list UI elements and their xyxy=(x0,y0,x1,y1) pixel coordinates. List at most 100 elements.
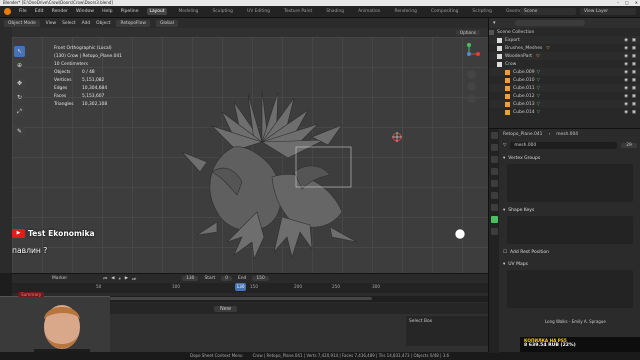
workspace-tab-scripting[interactable]: Scripting xyxy=(469,8,495,15)
shape-keys-list[interactable] xyxy=(507,216,633,244)
timeline-range-bar[interactable] xyxy=(72,297,372,300)
add-rest-position-checkbox[interactable]: ☐ Add Rest Position xyxy=(503,248,637,256)
mesh-users-count[interactable]: 29 xyxy=(621,143,637,148)
scene-selector[interactable]: Scene xyxy=(520,8,576,15)
shape-keys-panel-header[interactable]: ▾ Shape Keys xyxy=(503,206,637,214)
select-box-tool[interactable]: Select Box xyxy=(406,316,488,346)
scale-tool-icon[interactable]: ⤢ xyxy=(14,106,25,117)
zoom-icon[interactable] xyxy=(467,70,476,79)
rotate-tool-icon[interactable]: ↻ xyxy=(14,92,25,103)
outliner-item-cube009[interactable]: Cube.009 ▽ ◉ ▣ xyxy=(489,68,640,76)
mesh-data-tab-icon[interactable] xyxy=(491,216,498,223)
jump-start-icon[interactable]: ⏮ xyxy=(103,276,107,282)
menu-view[interactable]: View xyxy=(46,21,56,26)
options-dropdown[interactable]: Options xyxy=(455,30,480,35)
tool-tab-icon[interactable] xyxy=(491,132,498,139)
outliner-item-crow[interactable]: Crow ◉ ▣ xyxy=(489,60,640,68)
menu-add[interactable]: Add xyxy=(82,21,91,26)
navigation-gizmo-icon[interactable] xyxy=(458,43,480,65)
visibility-eye-icon[interactable]: ◉ xyxy=(624,78,628,83)
render-camera-icon[interactable]: ▣ xyxy=(632,86,636,91)
menu-file[interactable]: File xyxy=(19,9,27,14)
workspace-tab-compositing[interactable]: Compositing xyxy=(428,8,462,15)
workspace-tab-texture-paint[interactable]: Texture Paint xyxy=(281,8,315,15)
scene-tab-icon[interactable] xyxy=(491,168,498,175)
timeline-ruler[interactable]: 50 100 150 200 250 300 130 xyxy=(12,283,488,293)
visibility-eye-icon[interactable]: ◉ xyxy=(624,94,628,99)
annotate-tool-icon[interactable]: ✎ xyxy=(14,126,25,137)
menu-select[interactable]: Select xyxy=(62,21,76,26)
visibility-eye-icon[interactable]: ◉ xyxy=(624,38,628,43)
end-frame-field[interactable]: 150 xyxy=(252,276,269,281)
pause-icon[interactable]: ⏸ xyxy=(119,276,121,282)
render-camera-icon[interactable]: ▣ xyxy=(632,62,636,67)
new-action-button[interactable]: New xyxy=(214,305,237,312)
menu-window[interactable]: Window xyxy=(76,9,94,14)
visibility-eye-icon[interactable]: ◉ xyxy=(624,70,628,75)
world-tab-icon[interactable] xyxy=(491,180,498,187)
camera-view-icon[interactable] xyxy=(467,94,476,103)
modifier-tab-icon[interactable] xyxy=(491,204,498,211)
visibility-eye-icon[interactable]: ◉ xyxy=(624,54,628,59)
jump-end-icon[interactable]: ⏭ xyxy=(132,276,136,282)
workspace-tab-sculpting[interactable]: Sculpting xyxy=(209,8,236,15)
visibility-eye-icon[interactable]: ◉ xyxy=(624,102,628,107)
outliner-item-woodenpart[interactable]: WoodenPart ▽ ◉ ▣ xyxy=(489,52,640,60)
workspace-tab-rendering[interactable]: Rendering xyxy=(391,8,419,15)
material-tab-icon[interactable] xyxy=(491,228,498,235)
workspace-tab-animation[interactable]: Animation xyxy=(355,8,383,15)
current-frame-field[interactable]: 130 xyxy=(182,276,199,281)
object-tab-icon[interactable] xyxy=(491,192,498,199)
outliner-root[interactable]: Scene Collection xyxy=(489,28,640,36)
vertex-groups-list[interactable] xyxy=(507,164,633,202)
uv-maps-list[interactable] xyxy=(507,270,633,308)
mode-dropdown[interactable]: Object Mode xyxy=(4,19,40,27)
workspace-tab-layout[interactable]: Layout xyxy=(146,8,168,15)
select-tool-icon[interactable]: ↖ xyxy=(14,46,25,57)
blender-logo-icon[interactable] xyxy=(4,8,11,15)
cursor-tool-icon[interactable]: ⊕ xyxy=(14,60,25,71)
menu-pipeline[interactable]: Pipeline xyxy=(121,9,139,14)
playhead[interactable]: 130 xyxy=(235,283,246,291)
timeline-marker-menu[interactable]: Marker xyxy=(52,276,67,281)
output-tab-icon[interactable] xyxy=(491,156,498,163)
workspace-tab-shading[interactable]: Shading xyxy=(323,8,347,15)
render-camera-icon[interactable]: ▣ xyxy=(632,78,636,83)
menu-help[interactable]: Help xyxy=(102,9,112,14)
retopoflow-button[interactable]: RetopoFlow xyxy=(116,19,150,27)
menu-render[interactable]: Render xyxy=(52,9,68,14)
outliner-item-cube013[interactable]: Cube.013 ▽ ◉ ▣ xyxy=(489,100,640,108)
orientation-dropdown[interactable]: Global xyxy=(155,19,178,27)
uv-maps-panel-header[interactable]: ▾ UV Maps xyxy=(503,260,637,268)
move-tool-icon[interactable]: ✥ xyxy=(14,78,25,89)
outliner-item-export[interactable]: Export ◉ ▣ xyxy=(489,36,640,44)
visibility-eye-icon[interactable]: ◉ xyxy=(624,86,628,91)
outliner-filter-icon[interactable]: ▾ xyxy=(493,20,496,26)
play-icon[interactable]: ▶ xyxy=(125,276,128,282)
menu-edit[interactable]: Edit xyxy=(35,9,44,14)
outliner-item-cube011[interactable]: Cube.011 ▽ ◉ ▣ xyxy=(489,84,640,92)
render-tab-icon[interactable] xyxy=(491,144,498,151)
view-layer-selector[interactable]: View Layer xyxy=(580,8,636,15)
outliner-item-brushes[interactable]: Brushes_Meshes ▽ ◉ ▣ xyxy=(489,44,640,52)
mesh-name-field[interactable]: mesh.004 xyxy=(510,142,617,149)
pan-hand-icon[interactable] xyxy=(467,82,476,91)
visibility-eye-icon[interactable]: ◉ xyxy=(624,62,628,67)
render-camera-icon[interactable]: ▣ xyxy=(632,70,636,75)
render-camera-icon[interactable]: ▣ xyxy=(632,102,636,107)
vertex-groups-panel-header[interactable]: ▾ Vertex Groups xyxy=(503,154,637,162)
outliner-item-cube010[interactable]: Cube.010 ▽ ◉ ▣ xyxy=(489,76,640,84)
visibility-eye-icon[interactable]: ◉ xyxy=(624,46,628,51)
outliner-item-cube012[interactable]: Cube.012 ▽ ◉ ▣ xyxy=(489,92,640,100)
render-camera-icon[interactable]: ▣ xyxy=(632,110,636,115)
visibility-eye-icon[interactable]: ◉ xyxy=(624,110,628,115)
outliner-search-input[interactable] xyxy=(514,20,585,26)
render-camera-icon[interactable]: ▣ xyxy=(632,54,636,59)
render-camera-icon[interactable]: ▣ xyxy=(632,38,636,43)
start-frame-field[interactable]: 0 xyxy=(221,276,232,281)
workspace-tab-uv-editing[interactable]: UV Editing xyxy=(244,8,273,15)
render-camera-icon[interactable]: ▣ xyxy=(632,94,636,99)
workspace-tab-modeling[interactable]: Modeling xyxy=(175,8,201,15)
outliner-item-cube014[interactable]: Cube.014 ▽ ◉ ▣ xyxy=(489,108,640,116)
mesh-datablock-icon[interactable]: ▽ xyxy=(503,143,506,148)
